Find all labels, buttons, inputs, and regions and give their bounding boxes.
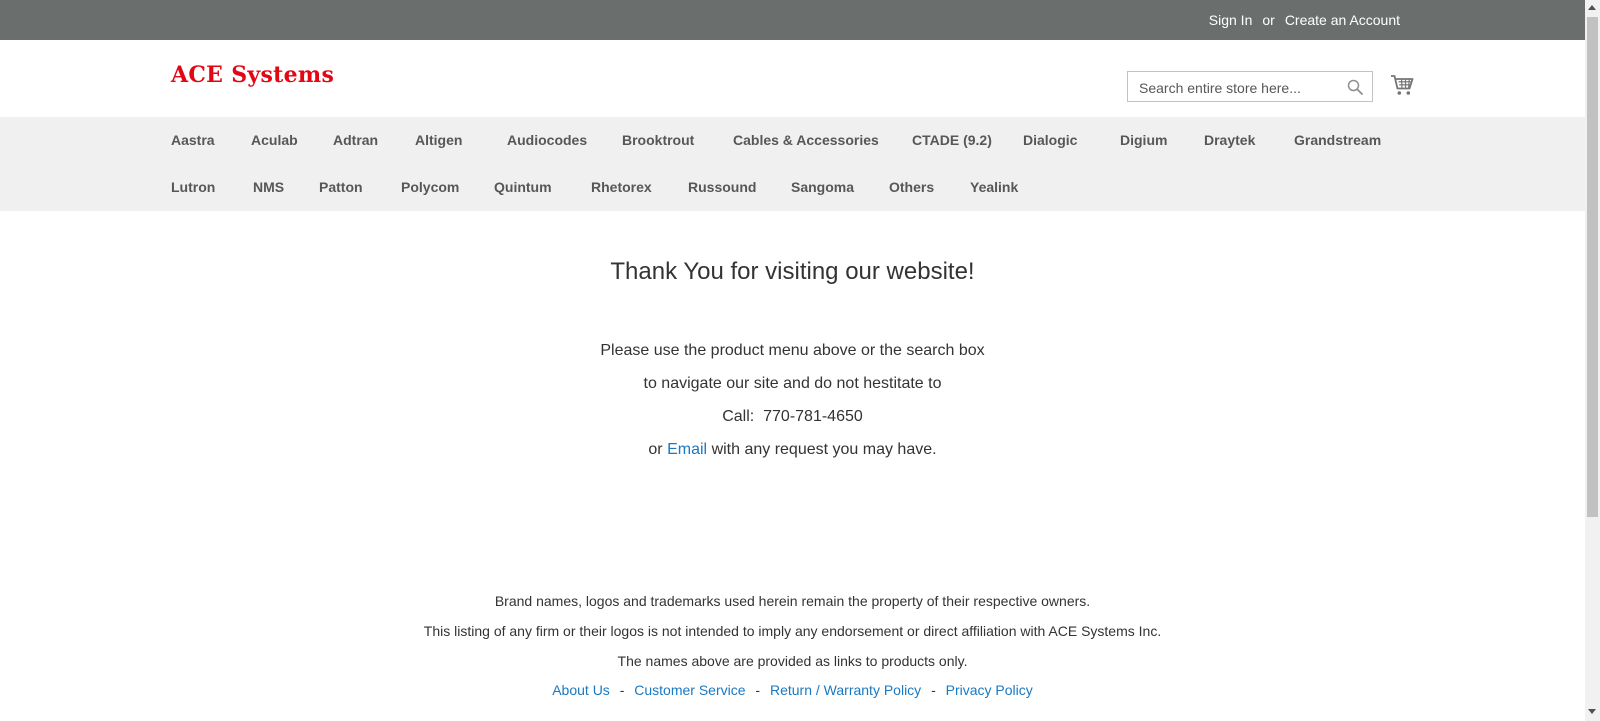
create-account-link[interactable]: Create an Account [1285,12,1400,28]
top-bar: Sign In or Create an Account [0,0,1585,40]
message-line-2: to navigate our site and do not hestitat… [643,375,942,392]
footer-separator: - [931,682,936,698]
nav-item-draytek[interactable]: Draytek [1204,132,1255,148]
nav-item-rhetorex[interactable]: Rhetorex [591,179,652,195]
nav-item-audiocodes[interactable]: Audiocodes [507,132,587,148]
footer-separator: - [755,682,761,698]
nav-item-aculab[interactable]: Aculab [251,132,298,148]
or-text: or [1262,12,1275,28]
nav-item-lutron[interactable]: Lutron [171,179,215,195]
nav-item-quintum[interactable]: Quintum [494,179,552,195]
customer-service-link[interactable]: Customer Service [634,682,745,698]
nav-item-grandstream[interactable]: Grandstream [1294,132,1381,148]
phone-line: Call: 770-781-4650 [722,408,863,425]
about-us-link[interactable]: About Us [552,682,610,698]
email-link[interactable]: Email [667,441,707,458]
privacy-policy-link[interactable]: Privacy Policy [946,682,1033,698]
nav-item-others[interactable]: Others [889,179,934,195]
return-warranty-link[interactable]: Return / Warranty Policy [770,682,921,698]
footer-disclaimer-3: The names above are provided as links to… [617,653,968,669]
nav-item-aastra[interactable]: Aastra [171,132,215,148]
page-title: Thank You for visiting our website! [610,258,975,285]
search-box [1127,71,1373,103]
message-line-1: Please use the product menu above or the… [600,342,985,359]
category-nav: Aastra Aculab Adtran Altigen Audiocodes … [0,117,1585,211]
nav-item-ctade[interactable]: CTADE (9.2) [912,132,992,148]
header-links: Sign In or Create an Account [1209,0,1400,40]
scroll-thumb[interactable] [1587,17,1598,517]
site-logo[interactable]: ACE Systems [171,62,334,88]
request-text: with any request you may have. [711,441,937,458]
page-scrollbar[interactable] [1585,0,1600,721]
nav-item-cables-accessories[interactable]: Cables & Accessories [733,132,879,148]
nav-item-altigen[interactable]: Altigen [415,132,462,148]
nav-item-brooktrout[interactable]: Brooktrout [622,132,694,148]
nav-item-sangoma[interactable]: Sangoma [791,179,854,195]
or-text: or [648,441,663,458]
nav-item-russound[interactable]: Russound [688,179,756,195]
nav-item-digium[interactable]: Digium [1120,132,1167,148]
footer-links: About Us - Customer Service - Return / W… [0,682,1585,698]
nav-item-nms[interactable]: NMS [253,179,284,195]
nav-item-polycom[interactable]: Polycom [401,179,459,195]
footer-separator: - [619,682,625,698]
search-icon[interactable] [1347,79,1363,95]
search-input[interactable] [1137,72,1341,103]
site-header: ACE Systems [0,40,1585,117]
nav-item-yealink[interactable]: Yealink [970,179,1018,195]
nav-item-dialogic[interactable]: Dialogic [1023,132,1077,148]
message-line-4: or Email with any request you may have. [0,441,1585,459]
cart-icon[interactable] [1390,73,1414,97]
nav-item-patton[interactable]: Patton [319,179,363,195]
footer-disclaimer-1: Brand names, logos and trademarks used h… [494,593,1091,609]
footer-disclaimer-2: This listing of any firm or their logos … [423,623,1162,639]
sign-in-link[interactable]: Sign In [1209,12,1253,28]
nav-item-adtran[interactable]: Adtran [333,132,378,148]
scroll-down-icon[interactable] [1588,709,1596,714]
scroll-up-icon[interactable] [1588,5,1596,10]
